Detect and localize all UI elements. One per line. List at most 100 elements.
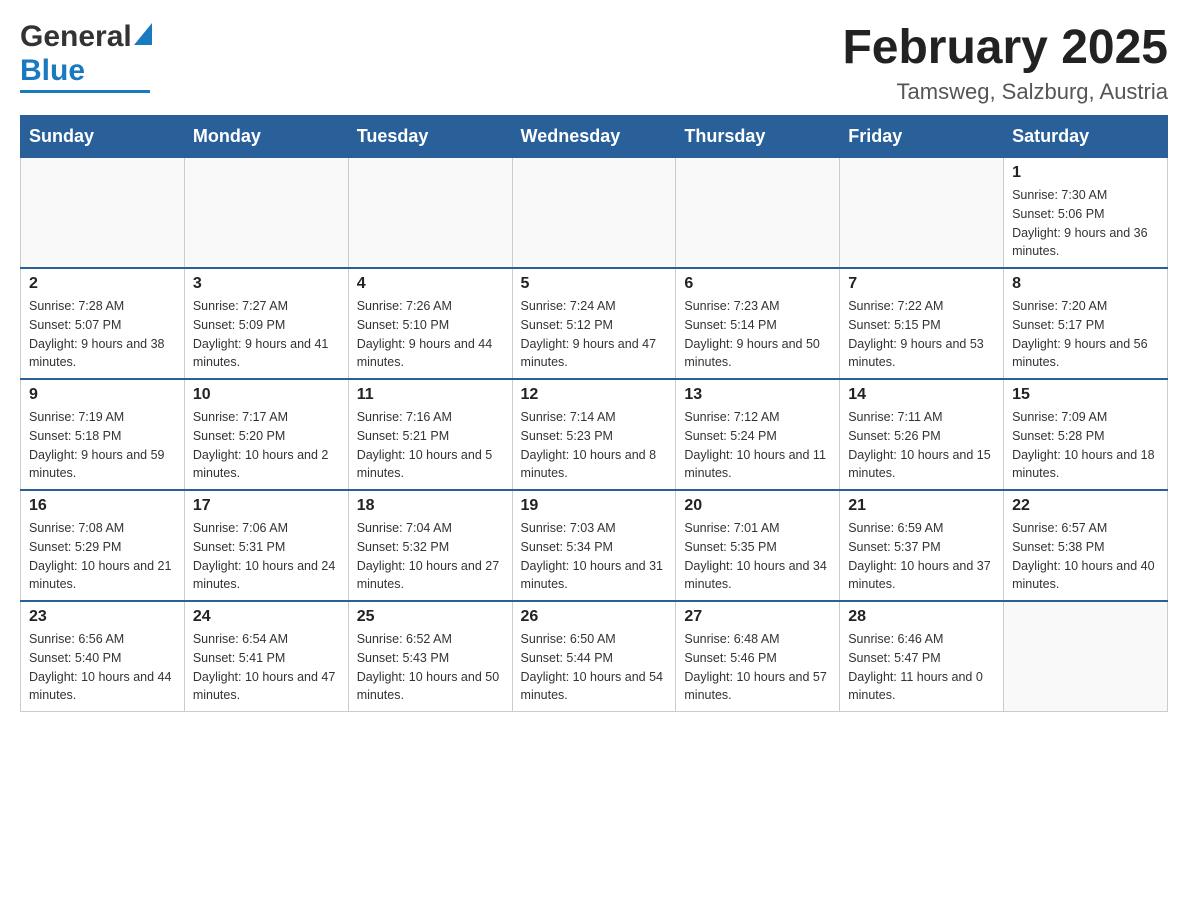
calendar-day-cell bbox=[184, 158, 348, 269]
day-number: 1 bbox=[1012, 164, 1159, 182]
calendar-day-cell: 21Sunrise: 6:59 AMSunset: 5:37 PMDayligh… bbox=[840, 490, 1004, 601]
location-title: Tamsweg, Salzburg, Austria bbox=[842, 79, 1168, 105]
day-number: 19 bbox=[521, 497, 668, 515]
calendar-day-cell: 11 Sunrise: 7:16 AMSunset: 5:21 PMDayligh… bbox=[348, 379, 512, 490]
col-wednesday: Wednesday bbox=[512, 116, 676, 158]
day-number: 24 bbox=[193, 608, 340, 626]
day-number: 12 bbox=[521, 386, 668, 404]
calendar-day-cell bbox=[21, 158, 185, 269]
calendar-day-cell: 26Sunrise: 6:50 AMSunset: 5:44 PMDayligh… bbox=[512, 601, 676, 712]
calendar-day-cell: 25 Sunrise: 6:52 AMSunset: 5:43 PMDayligh… bbox=[348, 601, 512, 712]
day-info: Sunrise: 6:46 AMSunset: 5:47 PMDaylight:… bbox=[848, 630, 995, 705]
day-info: Sunrise: 6:57 AMSunset: 5:38 PMDaylight:… bbox=[1012, 519, 1159, 594]
calendar-day-cell bbox=[1004, 601, 1168, 712]
calendar-day-cell: 28 Sunrise: 6:46 AMSunset: 5:47 PMDayligh… bbox=[840, 601, 1004, 712]
col-sunday: Sunday bbox=[21, 116, 185, 158]
calendar-day-cell: 18 Sunrise: 7:04 AMSunset: 5:32 PMDayligh… bbox=[348, 490, 512, 601]
calendar-day-cell: 16 Sunrise: 7:08 AMSunset: 5:29 PMDayligh… bbox=[21, 490, 185, 601]
logo-blue-text: Blue bbox=[20, 54, 85, 87]
col-tuesday: Tuesday bbox=[348, 116, 512, 158]
day-info: Sunrise: 7:11 AMSunset: 5:26 PMDaylight:… bbox=[848, 408, 995, 483]
logo-underline bbox=[20, 90, 150, 93]
calendar-day-cell: 2 Sunrise: 7:28 AMSunset: 5:07 PMDaylight… bbox=[21, 268, 185, 379]
calendar-day-cell bbox=[348, 158, 512, 269]
day-number: 15 bbox=[1012, 386, 1159, 404]
calendar-day-cell: 7 Sunrise: 7:22 AMSunset: 5:15 PMDaylight… bbox=[840, 268, 1004, 379]
day-number: 5 bbox=[521, 275, 668, 293]
day-info: Sunrise: 7:16 AMSunset: 5:21 PMDaylight:… bbox=[357, 408, 504, 483]
calendar-header-row: Sunday Monday Tuesday Wednesday Thursday… bbox=[21, 116, 1168, 158]
calendar-day-cell: 14 Sunrise: 7:11 AMSunset: 5:26 PMDayligh… bbox=[840, 379, 1004, 490]
month-title: February 2025 bbox=[842, 20, 1168, 75]
day-info: Sunrise: 7:27 AMSunset: 5:09 PMDaylight:… bbox=[193, 297, 340, 372]
calendar-day-cell: 6 Sunrise: 7:23 AMSunset: 5:14 PMDaylight… bbox=[676, 268, 840, 379]
day-info: Sunrise: 7:04 AMSunset: 5:32 PMDaylight:… bbox=[357, 519, 504, 594]
day-info: Sunrise: 6:59 AMSunset: 5:37 PMDaylight:… bbox=[848, 519, 995, 594]
day-info: Sunrise: 7:19 AMSunset: 5:18 PMDaylight:… bbox=[29, 408, 176, 483]
day-number: 7 bbox=[848, 275, 995, 293]
calendar-day-cell: 19 Sunrise: 7:03 AMSunset: 5:34 PMDayligh… bbox=[512, 490, 676, 601]
day-info: Sunrise: 7:26 AMSunset: 5:10 PMDaylight:… bbox=[357, 297, 504, 372]
calendar-day-cell: 15Sunrise: 7:09 AMSunset: 5:28 PMDayligh… bbox=[1004, 379, 1168, 490]
day-number: 8 bbox=[1012, 275, 1159, 293]
calendar-day-cell: 22 Sunrise: 6:57 AMSunset: 5:38 PMDayligh… bbox=[1004, 490, 1168, 601]
day-number: 16 bbox=[29, 497, 176, 515]
page-header: General Blue February 2025 Tamsweg, Salz… bbox=[20, 20, 1168, 105]
day-info: Sunrise: 7:14 AMSunset: 5:23 PMDaylight:… bbox=[521, 408, 668, 483]
calendar-day-cell: 13 Sunrise: 7:12 AMSunset: 5:24 PMDayligh… bbox=[676, 379, 840, 490]
day-number: 20 bbox=[684, 497, 831, 515]
day-number: 23 bbox=[29, 608, 176, 626]
day-number: 25 bbox=[357, 608, 504, 626]
day-info: Sunrise: 6:54 AMSunset: 5:41 PMDaylight:… bbox=[193, 630, 340, 705]
calendar-week-row: 1 Sunrise: 7:30 AMSunset: 5:06 PMDaylight… bbox=[21, 158, 1168, 269]
calendar-day-cell: 12 Sunrise: 7:14 AMSunset: 5:23 PMDayligh… bbox=[512, 379, 676, 490]
day-info: Sunrise: 7:28 AMSunset: 5:07 PMDaylight:… bbox=[29, 297, 176, 372]
day-number: 22 bbox=[1012, 497, 1159, 515]
col-monday: Monday bbox=[184, 116, 348, 158]
day-info: Sunrise: 7:06 AMSunset: 5:31 PMDaylight:… bbox=[193, 519, 340, 594]
day-number: 27 bbox=[684, 608, 831, 626]
calendar-day-cell: 23Sunrise: 6:56 AMSunset: 5:40 PMDayligh… bbox=[21, 601, 185, 712]
day-number: 13 bbox=[684, 386, 831, 404]
col-saturday: Saturday bbox=[1004, 116, 1168, 158]
calendar-day-cell bbox=[840, 158, 1004, 269]
day-info: Sunrise: 7:17 AMSunset: 5:20 PMDaylight:… bbox=[193, 408, 340, 483]
day-number: 14 bbox=[848, 386, 995, 404]
day-info: Sunrise: 7:08 AMSunset: 5:29 PMDaylight:… bbox=[29, 519, 176, 594]
col-friday: Friday bbox=[840, 116, 1004, 158]
day-number: 11 bbox=[357, 386, 504, 404]
day-info: Sunrise: 7:22 AMSunset: 5:15 PMDaylight:… bbox=[848, 297, 995, 372]
logo-general-text: General bbox=[20, 20, 132, 54]
day-number: 28 bbox=[848, 608, 995, 626]
calendar-week-row: 2 Sunrise: 7:28 AMSunset: 5:07 PMDaylight… bbox=[21, 268, 1168, 379]
calendar-day-cell bbox=[676, 158, 840, 269]
calendar-day-cell: 20 Sunrise: 7:01 AMSunset: 5:35 PMDayligh… bbox=[676, 490, 840, 601]
logo: General Blue bbox=[20, 20, 152, 93]
calendar-day-cell: 27 Sunrise: 6:48 AMSunset: 5:46 PMDayligh… bbox=[676, 601, 840, 712]
day-number: 6 bbox=[684, 275, 831, 293]
title-block: February 2025 Tamsweg, Salzburg, Austria bbox=[842, 20, 1168, 105]
calendar-day-cell: 8Sunrise: 7:20 AMSunset: 5:17 PMDaylight… bbox=[1004, 268, 1168, 379]
calendar-table: Sunday Monday Tuesday Wednesday Thursday… bbox=[20, 115, 1168, 712]
day-info: Sunrise: 6:50 AMSunset: 5:44 PMDaylight:… bbox=[521, 630, 668, 705]
day-number: 18 bbox=[357, 497, 504, 515]
day-info: Sunrise: 6:48 AMSunset: 5:46 PMDaylight:… bbox=[684, 630, 831, 705]
calendar-day-cell bbox=[512, 158, 676, 269]
day-info: Sunrise: 7:30 AMSunset: 5:06 PMDaylight:… bbox=[1012, 186, 1159, 261]
day-info: Sunrise: 7:03 AMSunset: 5:34 PMDaylight:… bbox=[521, 519, 668, 594]
day-info: Sunrise: 7:01 AMSunset: 5:35 PMDaylight:… bbox=[684, 519, 831, 594]
day-number: 17 bbox=[193, 497, 340, 515]
day-info: Sunrise: 7:24 AMSunset: 5:12 PMDaylight:… bbox=[521, 297, 668, 372]
day-info: Sunrise: 7:12 AMSunset: 5:24 PMDaylight:… bbox=[684, 408, 831, 483]
col-thursday: Thursday bbox=[676, 116, 840, 158]
calendar-day-cell: 5 Sunrise: 7:24 AMSunset: 5:12 PMDaylight… bbox=[512, 268, 676, 379]
calendar-day-cell: 4Sunrise: 7:26 AMSunset: 5:10 PMDaylight… bbox=[348, 268, 512, 379]
calendar-day-cell: 24 Sunrise: 6:54 AMSunset: 5:41 PMDayligh… bbox=[184, 601, 348, 712]
day-info: Sunrise: 6:52 AMSunset: 5:43 PMDaylight:… bbox=[357, 630, 504, 705]
day-number: 3 bbox=[193, 275, 340, 293]
day-number: 2 bbox=[29, 275, 176, 293]
calendar-day-cell: 9 Sunrise: 7:19 AMSunset: 5:18 PMDaylight… bbox=[21, 379, 185, 490]
day-info: Sunrise: 7:23 AMSunset: 5:14 PMDaylight:… bbox=[684, 297, 831, 372]
calendar-week-row: 16 Sunrise: 7:08 AMSunset: 5:29 PMDayligh… bbox=[21, 490, 1168, 601]
day-number: 9 bbox=[29, 386, 176, 404]
